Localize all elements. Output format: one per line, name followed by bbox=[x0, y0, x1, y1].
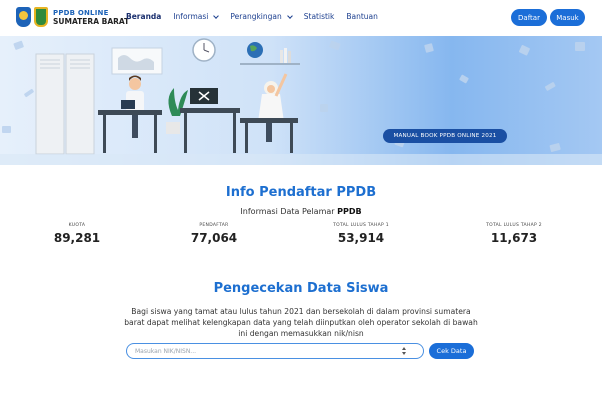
stat-value: 77,064 bbox=[190, 231, 238, 245]
nav-label: Perangkingan bbox=[230, 12, 282, 21]
info-subtitle-prefix: Informasi Data Pelamar bbox=[240, 207, 335, 216]
info-subtitle-bold: PPDB bbox=[337, 207, 362, 216]
manual-book-button[interactable]: MANUAL BOOK PPDB ONLINE 2021 bbox=[383, 129, 507, 143]
main-nav: Beranda Informasi Perangkingan Statistik… bbox=[126, 12, 390, 21]
nav-label: Beranda bbox=[126, 12, 162, 21]
stat-lulus-tahap-1: TOTAL LULUS TAHAP 1 53,914 bbox=[301, 223, 421, 245]
nav-label: Statistik bbox=[303, 12, 335, 21]
daftar-button[interactable]: Daftar bbox=[511, 9, 547, 26]
sumbar-crest-icon bbox=[34, 7, 48, 27]
nav-item-perangkingan[interactable]: Perangkingan bbox=[230, 12, 293, 21]
info-section-subtitle: Informasi Data Pelamar PPDB bbox=[0, 207, 602, 216]
chevron-down-icon bbox=[213, 12, 220, 19]
brand-text: PPDB ONLINE SUMATERA BARAT bbox=[53, 9, 129, 26]
nik-nisn-input[interactable] bbox=[135, 346, 395, 357]
brand-logo[interactable]: PPDB ONLINE SUMATERA BARAT bbox=[16, 7, 129, 27]
info-section-title: Info Pendaftar PPDB bbox=[225, 185, 377, 200]
stat-label: TOTAL LULUS TAHAP 2 bbox=[486, 223, 542, 228]
ppdb-emblem-icon bbox=[16, 7, 31, 27]
classroom-illustration bbox=[0, 38, 602, 165]
stat-pendaftar: PENDAFTAR 77,064 bbox=[154, 223, 274, 245]
number-spinner-icon[interactable] bbox=[401, 347, 407, 356]
brand-line1: PPDB ONLINE bbox=[53, 8, 109, 17]
nav-item-bantuan[interactable]: Bantuan bbox=[346, 12, 378, 21]
chevron-down-icon bbox=[286, 12, 293, 19]
stat-label: PENDAFTAR bbox=[199, 223, 229, 228]
stat-value: 11,673 bbox=[490, 231, 538, 245]
hero-banner: MANUAL BOOK PPDB ONLINE 2021 bbox=[0, 36, 602, 165]
stat-value: 89,281 bbox=[53, 231, 101, 245]
stat-label: TOTAL LULUS TAHAP 1 bbox=[333, 223, 389, 228]
nik-nisn-search-box[interactable] bbox=[126, 343, 424, 359]
nav-item-informasi[interactable]: Informasi bbox=[173, 12, 220, 21]
nav-label: Bantuan bbox=[346, 12, 378, 21]
stat-value: 53,914 bbox=[337, 231, 385, 245]
cek-data-button[interactable]: Cek Data bbox=[429, 343, 474, 359]
check-section-title: Pengecekan Data Siswa bbox=[213, 281, 389, 296]
stat-lulus-tahap-2: TOTAL LULUS TAHAP 2 11,673 bbox=[454, 223, 574, 245]
nav-label: Informasi bbox=[173, 12, 209, 21]
navbar: PPDB ONLINE SUMATERA BARAT Beranda Infor… bbox=[0, 0, 602, 36]
stat-kuota: KUOTA 89,281 bbox=[17, 223, 137, 245]
nav-item-beranda[interactable]: Beranda bbox=[126, 12, 161, 21]
masuk-button[interactable]: Masuk bbox=[550, 9, 585, 26]
check-section-description: Bagi siswa yang tamat atau lulus tahun 2… bbox=[124, 307, 478, 338]
stat-label: KUOTA bbox=[68, 223, 86, 228]
brand-line2: SUMATERA BARAT bbox=[53, 16, 130, 26]
nav-item-statistik[interactable]: Statistik bbox=[304, 12, 335, 21]
